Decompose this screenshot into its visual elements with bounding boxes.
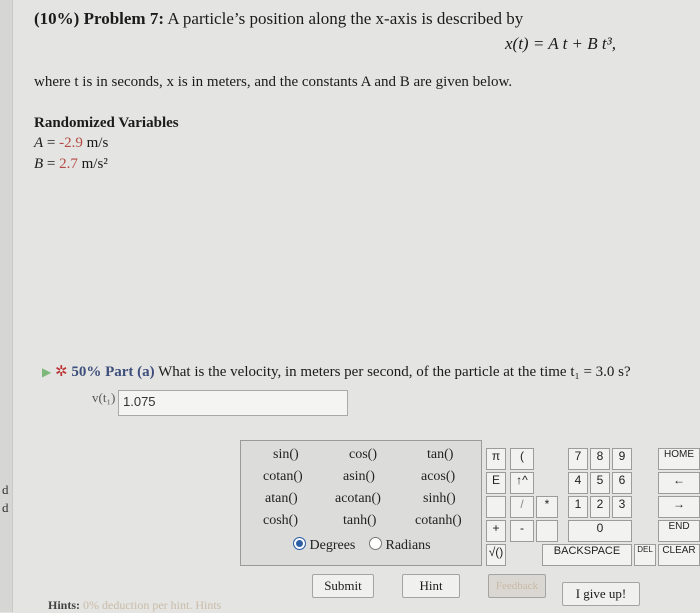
randomized-heading: Randomized Variables — [34, 115, 179, 131]
part-a-question: ▶ ✲ 50% Part (a) What is the velocity, i… — [42, 362, 631, 381]
position-equation: x(t) = A t + B t³, — [505, 34, 616, 53]
variable-b: B = 2.7 m/s² — [34, 156, 108, 172]
key-4[interactable]: 4 — [568, 472, 588, 494]
strip-letter: d — [2, 500, 9, 515]
degrees-radio[interactable] — [293, 537, 306, 550]
fn-sinh[interactable]: sinh() — [423, 491, 456, 507]
key-2[interactable]: 2 — [590, 496, 610, 518]
key-pi[interactable]: π — [486, 448, 506, 470]
give-up-button[interactable]: I give up! — [562, 582, 640, 606]
hints-text: 0% deduction per hint. Hints — [83, 598, 222, 612]
part-percent: 50% Part (a) — [71, 364, 155, 380]
key-7[interactable]: 7 — [568, 448, 588, 470]
submit-button[interactable]: Submit — [312, 574, 374, 598]
hint-button[interactable]: Hint — [402, 574, 460, 598]
gear-icon: ✲ — [54, 364, 68, 380]
key-minus[interactable]: - — [510, 520, 534, 542]
key-0[interactable]: 0 — [568, 520, 632, 542]
function-panel: sin() cos() tan() cotan() asin() acos() … — [240, 440, 482, 566]
keypad: π E + √() ( ↑^ / - * 7 8 9 4 5 6 1 2 3 0… — [486, 448, 700, 568]
fn-cotan[interactable]: cotan() — [263, 469, 303, 485]
key-3[interactable]: 3 — [612, 496, 632, 518]
fn-sin[interactable]: sin() — [273, 447, 299, 463]
key-del[interactable]: DEL — [634, 544, 656, 566]
fn-acotan[interactable]: acotan() — [335, 491, 381, 507]
feedback-button[interactable]: Feedback — [488, 574, 546, 598]
variable-a-value: -2.9 — [59, 135, 83, 151]
problem-weight: (10%) — [34, 9, 80, 28]
key-backspace[interactable]: BACKSPACE — [542, 544, 632, 566]
hints-label: Hints: — [48, 598, 81, 612]
key-home[interactable]: HOME — [658, 448, 700, 470]
key-sqrt[interactable]: √() — [486, 544, 506, 566]
key-power[interactable]: ↑^ — [510, 472, 534, 494]
answer-value: 1.075 — [123, 394, 156, 409]
degrees-option[interactable]: Degrees — [293, 537, 355, 554]
radians-radio[interactable] — [369, 537, 382, 550]
key-e[interactable]: E — [486, 472, 506, 494]
problem-title: (10%) Problem 7: A particle’s position a… — [34, 9, 523, 29]
key-1[interactable]: 1 — [568, 496, 588, 518]
key-clear[interactable]: CLEAR — [658, 544, 700, 566]
fn-cosh[interactable]: cosh() — [263, 513, 298, 529]
fn-tan[interactable]: tan() — [427, 447, 453, 463]
hints-line: Hints: 0% deduction per hint. Hints — [48, 598, 221, 613]
key-divide[interactable]: / — [510, 496, 534, 518]
key-plus[interactable]: + — [486, 520, 506, 542]
variable-a: A = -2.9 m/s — [34, 135, 109, 151]
key-9[interactable]: 9 — [612, 448, 632, 470]
problem-label: Problem 7: — [83, 9, 164, 28]
key-8[interactable]: 8 — [590, 448, 610, 470]
radians-option[interactable]: Radians — [369, 537, 431, 554]
key-blank-2[interactable] — [536, 520, 558, 542]
key-left-arrow[interactable]: ← — [658, 472, 700, 494]
fn-atan[interactable]: atan() — [265, 491, 298, 507]
key-5[interactable]: 5 — [590, 472, 610, 494]
key-end[interactable]: END — [658, 520, 700, 542]
key-6[interactable]: 6 — [612, 472, 632, 494]
variable-b-value: 2.7 — [59, 156, 78, 172]
strip-letter: d — [2, 482, 9, 497]
left-panel-strip — [0, 0, 13, 612]
key-open-paren[interactable]: ( — [510, 448, 534, 470]
fn-tanh[interactable]: tanh() — [343, 513, 376, 529]
key-blank[interactable] — [486, 496, 506, 518]
part-question-text: What is the velocity, in meters per seco… — [158, 364, 631, 380]
key-multiply[interactable]: * — [536, 496, 558, 518]
fn-cotanh[interactable]: cotanh() — [415, 513, 462, 529]
problem-text: A particle’s position along the x-axis i… — [167, 9, 524, 28]
fn-asin[interactable]: asin() — [343, 469, 375, 485]
problem-description: where t is in seconds, x is in meters, a… — [34, 74, 513, 90]
fn-acos[interactable]: acos() — [421, 469, 455, 485]
expand-arrow-icon[interactable]: ▶ — [42, 365, 51, 379]
key-right-arrow[interactable]: → — [658, 496, 700, 518]
fn-cos[interactable]: cos() — [349, 447, 377, 463]
